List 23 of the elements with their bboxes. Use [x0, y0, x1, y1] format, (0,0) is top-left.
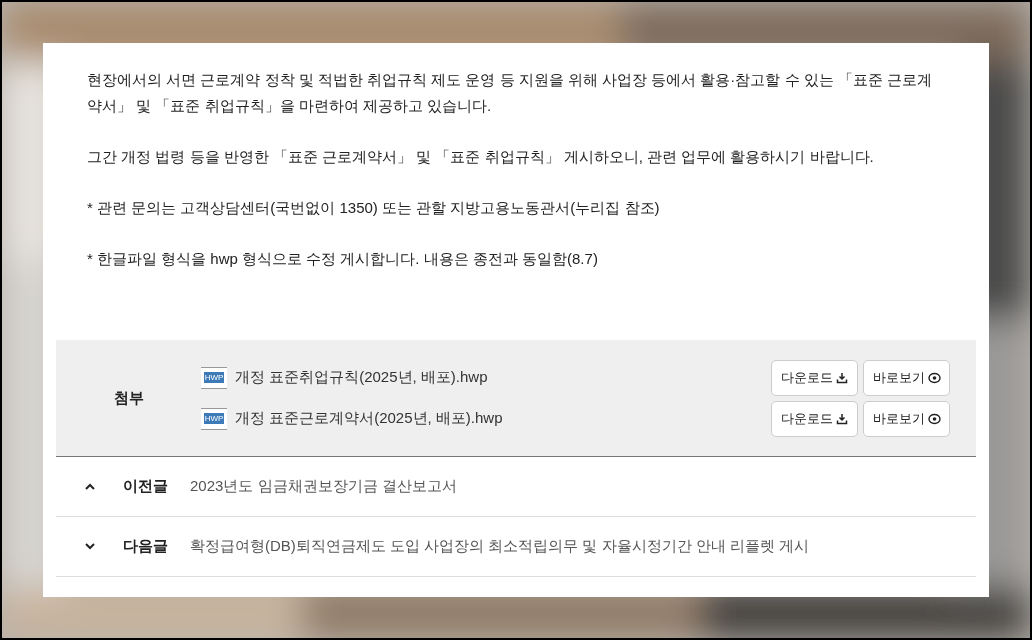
file-link[interactable]: 개정 표준근로계약서(2025년, 배포).hwp [235, 407, 503, 430]
body-paragraph: 그간 개정 법령 등을 반영한 「표준 근로계약서」 및 「표준 취업규칙」 게시하오니, 관련 업무에 활용하시기 바랍니다. [87, 147, 875, 167]
chevron-up-icon [84, 483, 95, 490]
body-paragraph: 현장에서의 서면 근로계약 정착 및 적법한 취업규칙 제도 운영 등 지원을 위해 사업장 등에서 활용·참고할 수 있는 「표준 근로계약서」 및 「표준 취업규칙」을 마련하여 제공하고 있습니다. [87, 70, 933, 116]
nav-label: 다음글 [123, 536, 169, 557]
download-button[interactable]: 다운로드 [771, 400, 858, 437]
chevron-down-icon [84, 543, 95, 550]
nav-label: 이전글 [123, 476, 169, 497]
eye-icon [927, 371, 941, 384]
preview-button[interactable]: 바로보기 [863, 359, 950, 396]
eye-icon [927, 412, 941, 425]
body-paragraph: * 관련 문의는 고객상담센터(국번없이 1350) 또는 관할 지방고용노동관서(누리집 참조) [87, 198, 661, 218]
body-paragraph: * 한글파일 형식을 hwp 형식으로 수정 게시합니다. 내용은 종전과 동일함(8.7) [87, 249, 599, 269]
hwp-file-icon: HWP [201, 407, 227, 430]
hwp-file-icon: HWP [201, 366, 227, 389]
post-link[interactable]: 확정급여형(DB)퇴직연금제도 도입 사업장의 최소적립의무 및 자율시정기간 안내 리플렛 게시 [190, 535, 810, 558]
attachment-label: 첨부 [112, 387, 145, 408]
post-link[interactable]: 2023년도 임금채권보장기금 결산보고서 [190, 475, 457, 498]
download-button[interactable]: 다운로드 [771, 359, 858, 396]
preview-button[interactable]: 바로보기 [863, 400, 950, 437]
download-icon [836, 371, 848, 384]
file-link[interactable]: 개정 표준취업규칙(2025년, 배포).hwp [235, 366, 488, 389]
download-icon [836, 412, 848, 425]
